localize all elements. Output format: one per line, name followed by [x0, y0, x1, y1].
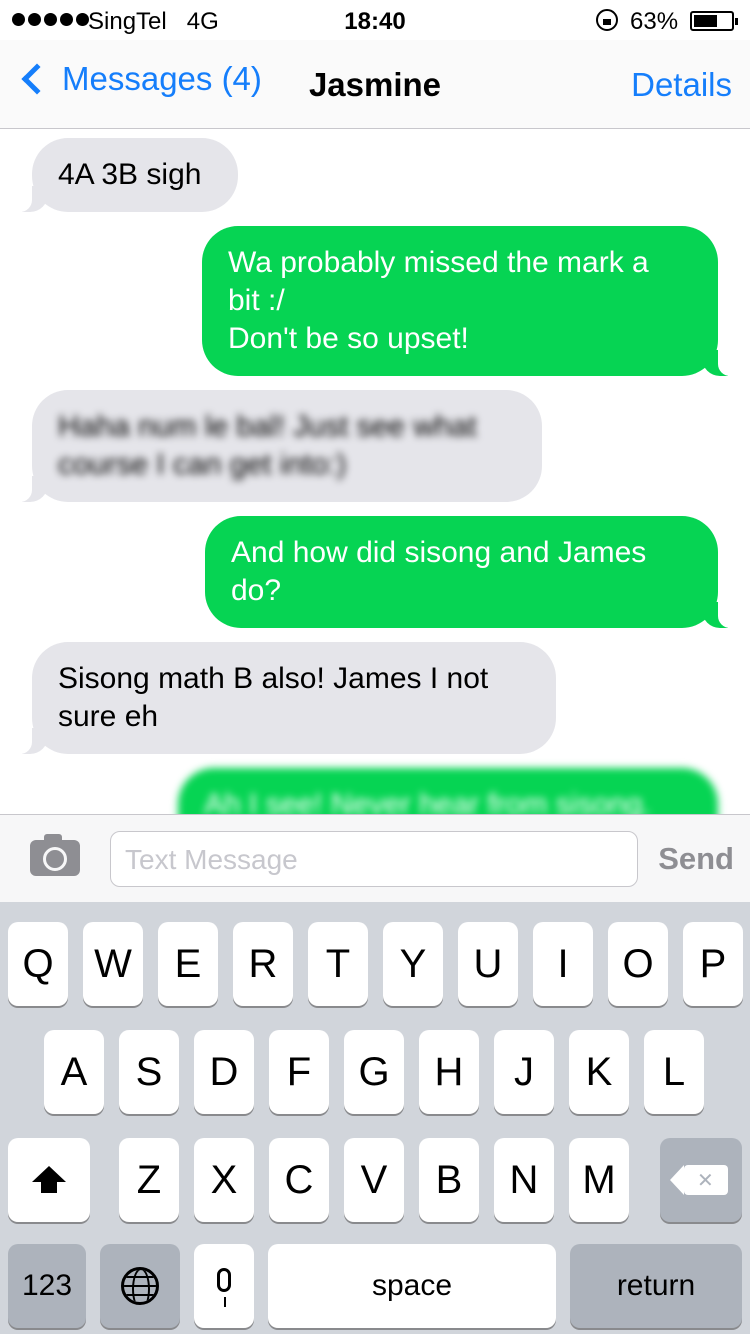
microphone-icon [217, 1268, 231, 1307]
space-key[interactable]: space [268, 1244, 556, 1328]
key-c[interactable]: C [269, 1138, 329, 1222]
message-text: 4A 3B sigh [58, 158, 202, 191]
key-y[interactable]: Y [383, 922, 443, 1006]
key-b[interactable]: B [419, 1138, 479, 1222]
message-line: And how did sisong and James [231, 536, 647, 569]
return-key[interactable]: return [570, 1244, 742, 1328]
key-p[interactable]: P [683, 922, 743, 1006]
message-line: Haha num le bal! Just see what [58, 410, 477, 443]
globe-icon [121, 1267, 159, 1305]
delete-key[interactable] [660, 1138, 742, 1222]
shift-icon [32, 1166, 66, 1193]
compose-bar: Text Message Send [0, 814, 750, 902]
key-o[interactable]: O [608, 922, 668, 1006]
message-text: Ah I see! Never hear from sisong. [204, 788, 651, 814]
key-r[interactable]: R [233, 922, 293, 1006]
navigation-bar: Messages (4) Jasmine Details [0, 40, 750, 129]
message-line: Wa probably missed the mark a [228, 246, 649, 279]
key-h[interactable]: H [419, 1030, 479, 1114]
key-x[interactable]: X [194, 1138, 254, 1222]
message-input[interactable]: Text Message [110, 831, 638, 887]
battery-percentage: 63% [630, 8, 679, 35]
key-i[interactable]: I [533, 922, 593, 1006]
message-line: bit :/ [228, 284, 285, 317]
message-bubble-incoming[interactable]: Sisong math B also! James I not sure eh [12, 642, 556, 754]
camera-icon[interactable] [30, 834, 80, 876]
key-z[interactable]: Z [119, 1138, 179, 1222]
send-button[interactable]: Send [658, 841, 734, 877]
battery-icon [690, 11, 738, 31]
key-l[interactable]: L [644, 1030, 704, 1114]
key-s[interactable]: S [119, 1030, 179, 1114]
status-bar: SingTel 4G 18:40 63% [0, 0, 750, 40]
key-e[interactable]: E [158, 922, 218, 1006]
message-line: course I can get into:) [58, 448, 347, 481]
message-bubble-outgoing-blurred[interactable]: Ah I see! Never hear from sisong. [178, 768, 718, 814]
keyboard: Q W E R T Y U I O P A S D F G H J K L Z … [0, 902, 750, 1334]
numbers-key[interactable]: 123 [8, 1244, 86, 1328]
key-t[interactable]: T [308, 922, 368, 1006]
dictation-key[interactable] [194, 1244, 254, 1328]
key-q[interactable]: Q [8, 922, 68, 1006]
message-bubble-incoming-blurred[interactable]: Haha num le bal! Just see what course I … [12, 390, 542, 502]
key-n[interactable]: N [494, 1138, 554, 1222]
message-line: do? [231, 574, 282, 607]
message-bubble-incoming[interactable]: 4A 3B sigh [12, 138, 238, 212]
message-bubble-outgoing[interactable]: And how did sisong and James do? [205, 516, 738, 628]
message-line: sure eh [58, 700, 159, 733]
backspace-icon [670, 1165, 728, 1195]
key-v[interactable]: V [344, 1138, 404, 1222]
key-m[interactable]: M [569, 1138, 629, 1222]
message-line: Sisong math B also! James I not [58, 662, 489, 695]
key-d[interactable]: D [194, 1030, 254, 1114]
details-button[interactable]: Details [631, 66, 732, 104]
battery-fill [694, 15, 717, 27]
key-j[interactable]: J [494, 1030, 554, 1114]
orientation-lock-icon [596, 9, 618, 31]
key-w[interactable]: W [83, 922, 143, 1006]
key-f[interactable]: F [269, 1030, 329, 1114]
message-bubble-outgoing[interactable]: Wa probably missed the mark a bit :/ Don… [202, 226, 738, 376]
key-g[interactable]: G [344, 1030, 404, 1114]
shift-key[interactable] [8, 1138, 90, 1222]
key-a[interactable]: A [44, 1030, 104, 1114]
key-u[interactable]: U [458, 922, 518, 1006]
key-k[interactable]: K [569, 1030, 629, 1114]
message-line: Don't be so upset! [228, 322, 469, 355]
globe-key[interactable] [100, 1244, 180, 1328]
message-thread[interactable]: 4A 3B sigh Wa probably missed the mark a… [0, 130, 750, 814]
